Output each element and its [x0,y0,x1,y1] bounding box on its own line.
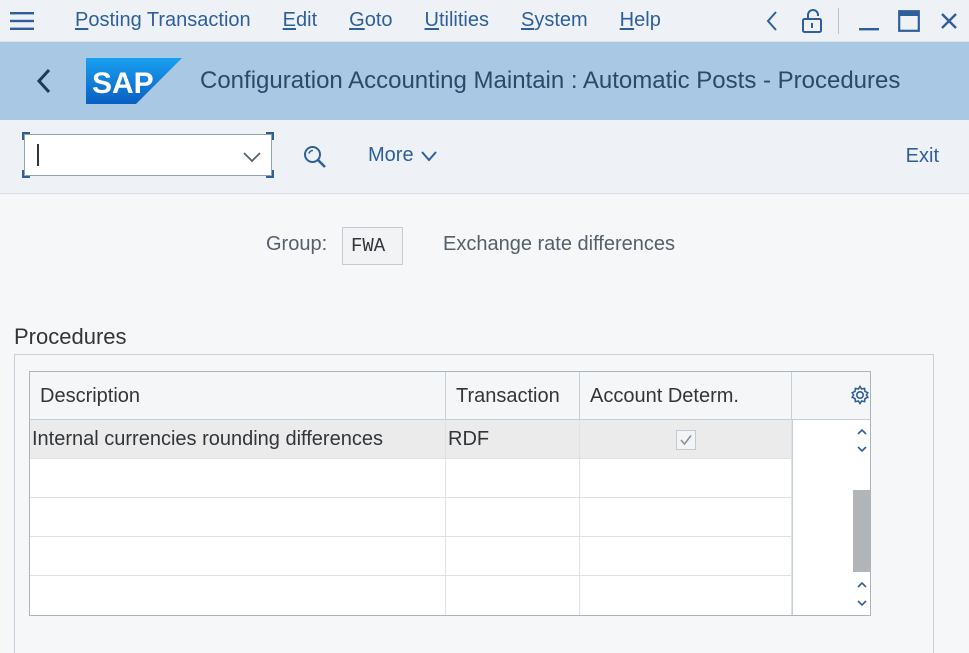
chevron-left-icon[interactable] [752,0,792,42]
account-determ-checkbox[interactable] [675,429,696,450]
more-button[interactable]: More [368,144,438,167]
menu-bar: Posting Transaction Edit Goto Utilities … [0,0,969,42]
menu-system[interactable]: System [521,9,588,32]
back-arrow-icon [36,68,51,94]
checkmark-icon [679,434,692,445]
page-title: Configuration Accounting Maintain : Auto… [200,67,901,94]
menu-utilities[interactable]: Utilities [425,9,489,32]
sap-logo: SAP [86,58,182,104]
cell-account-determ [580,420,792,459]
close-icon[interactable] [929,0,969,42]
main-content: Group: FWA Exchange rate differences Pro… [0,195,969,653]
table-row-empty[interactable] [30,537,792,576]
column-header-description[interactable]: Description [30,372,446,420]
scrollbar-thumb[interactable] [853,490,870,572]
chevron-down-icon[interactable] [241,145,263,167]
maximize-icon[interactable] [889,0,929,42]
scroll-page-down-icon[interactable] [854,595,869,610]
scroll-down-icon[interactable] [854,441,869,456]
menu-posting-transaction[interactable]: Posting Transaction [75,9,251,32]
column-header-transaction[interactable]: Transaction [446,372,580,420]
text-cursor [37,144,39,166]
scroll-up-icon[interactable] [854,424,869,439]
cell-description: Internal currencies rounding differences [30,420,446,459]
scroll-page-up-icon[interactable] [854,577,869,592]
hamburger-icon[interactable] [0,0,44,42]
cell-transaction: RDF [446,420,580,459]
procedures-title: Procedures [14,324,127,349]
minimize-icon[interactable] [849,0,889,42]
group-label: Group: [266,233,328,255]
menu-edit[interactable]: Edit [283,9,317,32]
exit-button[interactable]: Exit [906,145,939,168]
table-row-empty[interactable] [30,459,792,498]
table-row[interactable]: Internal currencies rounding differences… [30,420,792,459]
svg-text:SAP: SAP [92,67,154,100]
lock-icon[interactable] [792,0,832,42]
vertical-scrollbar[interactable] [853,420,870,615]
table-row-empty[interactable] [30,576,792,615]
column-divider [792,420,793,615]
command-field[interactable] [22,132,274,178]
command-input[interactable] [35,141,235,169]
group-field[interactable]: FWA [342,227,403,265]
window-controls [752,0,969,42]
chevron-down-icon [420,150,437,162]
search-icon[interactable] [302,144,328,170]
table-header: Description Transaction Account Determ. [30,372,870,420]
menu-goto[interactable]: Goto [349,9,392,32]
menu-help[interactable]: Help [620,9,661,32]
back-button[interactable] [0,42,88,120]
gear-icon[interactable] [849,384,871,406]
procedures-table: Description Transaction Account Determ. … [29,371,871,616]
application-toolbar: More Exit [0,120,969,194]
more-label: More [368,144,414,166]
column-header-account-determ[interactable]: Account Determ. [580,372,792,420]
title-bar: SAP Configuration Accounting Maintain : … [0,42,969,120]
group-description: Exchange rate differences [443,233,676,255]
table-row-empty[interactable] [30,498,792,537]
toolbar-separator [838,8,839,34]
